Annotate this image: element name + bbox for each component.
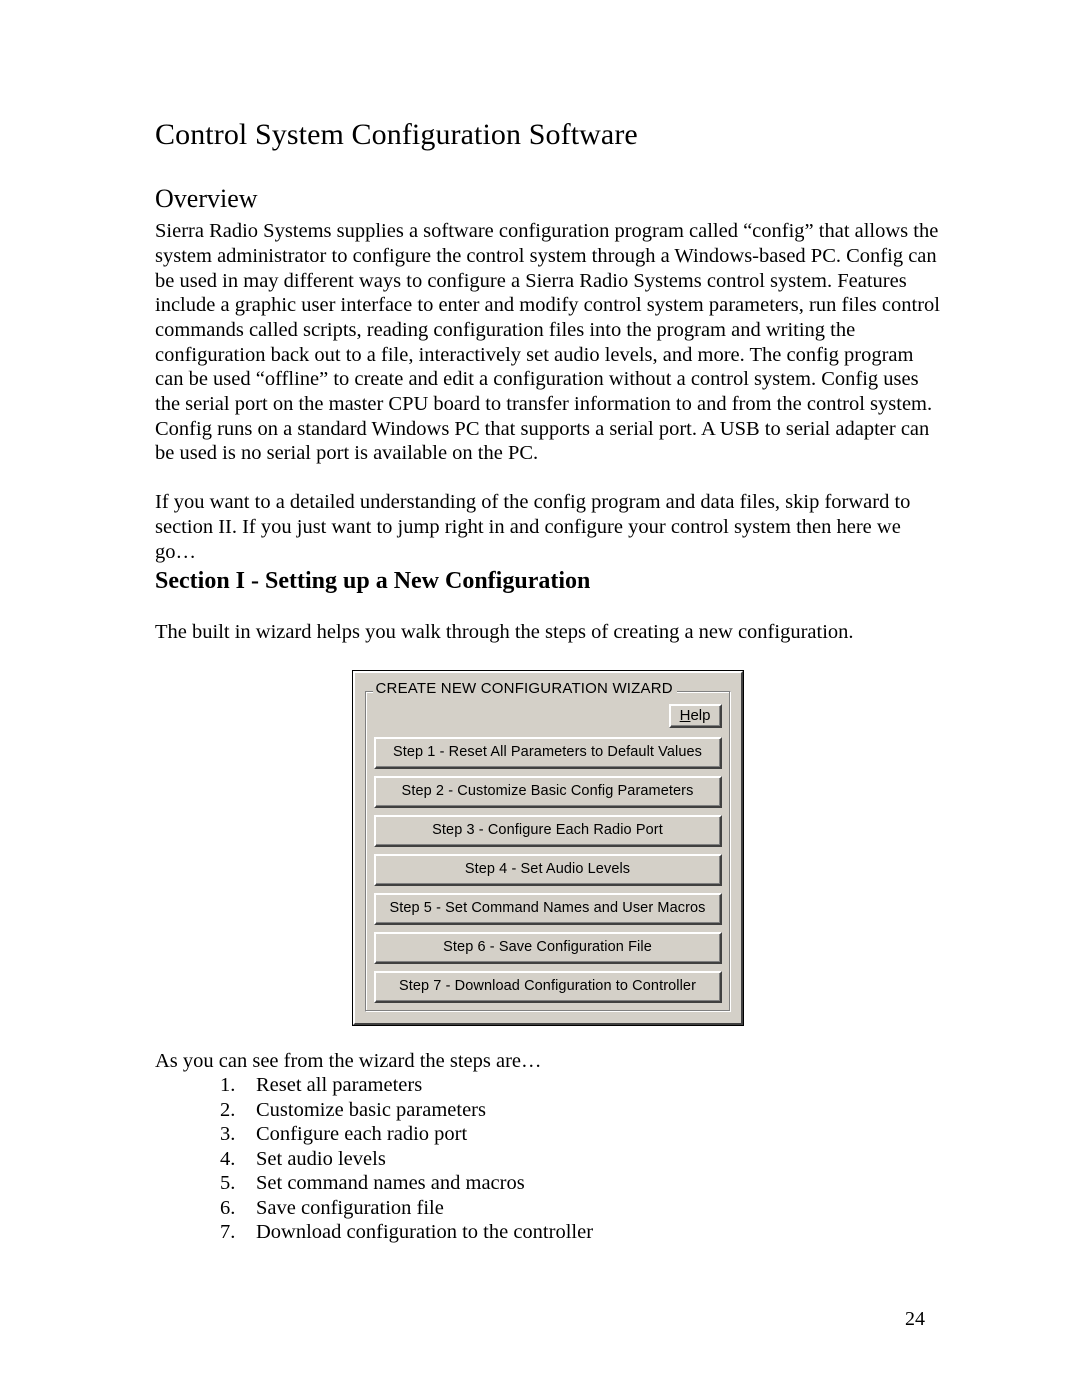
list-item-marker: 6.	[220, 1196, 236, 1219]
wizard-step-2-button[interactable]: Step 2 - Customize Basic Config Paramete…	[373, 775, 722, 808]
wizard-intro-text: The built in wizard helps you walk throu…	[155, 620, 854, 643]
list-item-text: Save configuration file	[256, 1196, 444, 1219]
page-number: 24	[905, 1308, 925, 1330]
wizard-groupbox: CREATE NEW CONFIGURATION WIZARD Help Ste…	[364, 680, 731, 1012]
help-button[interactable]: Help	[668, 703, 722, 728]
list-item: 7. Download configuration to the control…	[220, 1220, 940, 1245]
list-item: 2. Customize basic parameters	[220, 1098, 940, 1123]
list-item-marker: 1.	[220, 1074, 236, 1097]
list-item-text: Configure each radio port	[256, 1123, 468, 1146]
help-button-accelerator: H	[679, 706, 691, 724]
list-item: 5. Set command names and macros	[220, 1171, 940, 1196]
wizard-groupbox-legend: CREATE NEW CONFIGURATION WIZARD	[372, 680, 677, 696]
list-item-text: Set command names and macros	[256, 1172, 525, 1195]
list-item-text: Customize basic parameters	[256, 1098, 486, 1121]
help-button-label: elp	[690, 706, 711, 724]
list-item-marker: 3.	[220, 1123, 236, 1146]
wizard-step-4-button[interactable]: Step 4 - Set Audio Levels	[373, 853, 722, 886]
steps-intro-text: As you can see from the wizard the steps…	[155, 1049, 542, 1072]
page-content: Control System Configuration Software Ov…	[155, 118, 940, 1245]
list-item-marker: 7.	[220, 1221, 236, 1244]
steps-numbered-list: 1. Reset all parameters 2. Customize bas…	[155, 1073, 940, 1245]
create-new-configuration-wizard-dialog: CREATE NEW CONFIGURATION WIZARD Help Ste…	[351, 669, 744, 1026]
wizard-step-1-button[interactable]: Step 1 - Reset All Parameters to Default…	[373, 736, 722, 769]
wizard-step-6-button[interactable]: Step 6 - Save Configuration File	[373, 931, 722, 964]
help-button-row: Help	[374, 703, 722, 728]
list-item: 3. Configure each radio port	[220, 1122, 940, 1147]
list-item-marker: 5.	[220, 1172, 236, 1195]
list-item-text: Set audio levels	[256, 1147, 386, 1170]
wizard-step-7-button[interactable]: Step 7 - Download Configuration to Contr…	[373, 970, 722, 1003]
list-item-marker: 2.	[220, 1098, 236, 1121]
skip-paragraph: If you want to a detailed understanding …	[155, 491, 911, 563]
wizard-step-3-button[interactable]: Step 3 - Configure Each Radio Port	[373, 814, 722, 847]
overview-paragraph: Sierra Radio Systems supplies a software…	[155, 220, 940, 465]
document-page: Control System Configuration Software Ov…	[0, 0, 1080, 1397]
list-item-text: Download configuration to the controller	[256, 1221, 594, 1244]
wizard-figure: CREATE NEW CONFIGURATION WIZARD Help Ste…	[155, 669, 940, 1026]
wizard-step-5-button[interactable]: Step 5 - Set Command Names and User Macr…	[373, 892, 722, 925]
list-item: 1. Reset all parameters	[220, 1073, 940, 1098]
list-item-text: Reset all parameters	[256, 1074, 423, 1097]
overview-heading: Overview	[155, 183, 258, 213]
section-heading: Section I - Setting up a New Configurati…	[155, 568, 591, 595]
list-item-marker: 4.	[220, 1147, 236, 1170]
page-title: Control System Configuration Software	[155, 118, 638, 151]
list-item: 6. Save configuration file	[220, 1196, 940, 1221]
list-item: 4. Set audio levels	[220, 1147, 940, 1172]
